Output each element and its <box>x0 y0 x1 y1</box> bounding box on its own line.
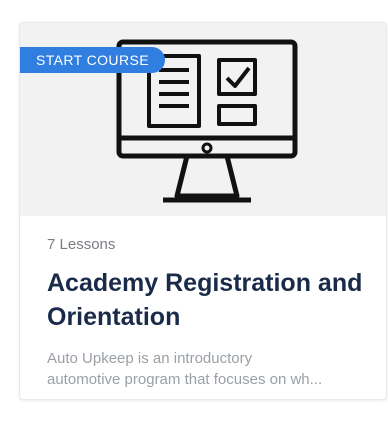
course-title[interactable]: Academy Registration and Orientation <box>47 266 377 334</box>
description-line: automotive program that focuses on wh... <box>47 371 323 388</box>
course-card[interactable]: START COURSE 7 Lessons Academy Registrat… <box>19 22 387 400</box>
start-course-badge[interactable]: START COURSE <box>20 47 165 73</box>
course-description: Auto Upkeep is an introductory automotiv… <box>47 348 377 390</box>
lessons-count: 7 Lessons <box>47 236 116 253</box>
description-line: Auto Upkeep is an introductory <box>47 350 253 367</box>
